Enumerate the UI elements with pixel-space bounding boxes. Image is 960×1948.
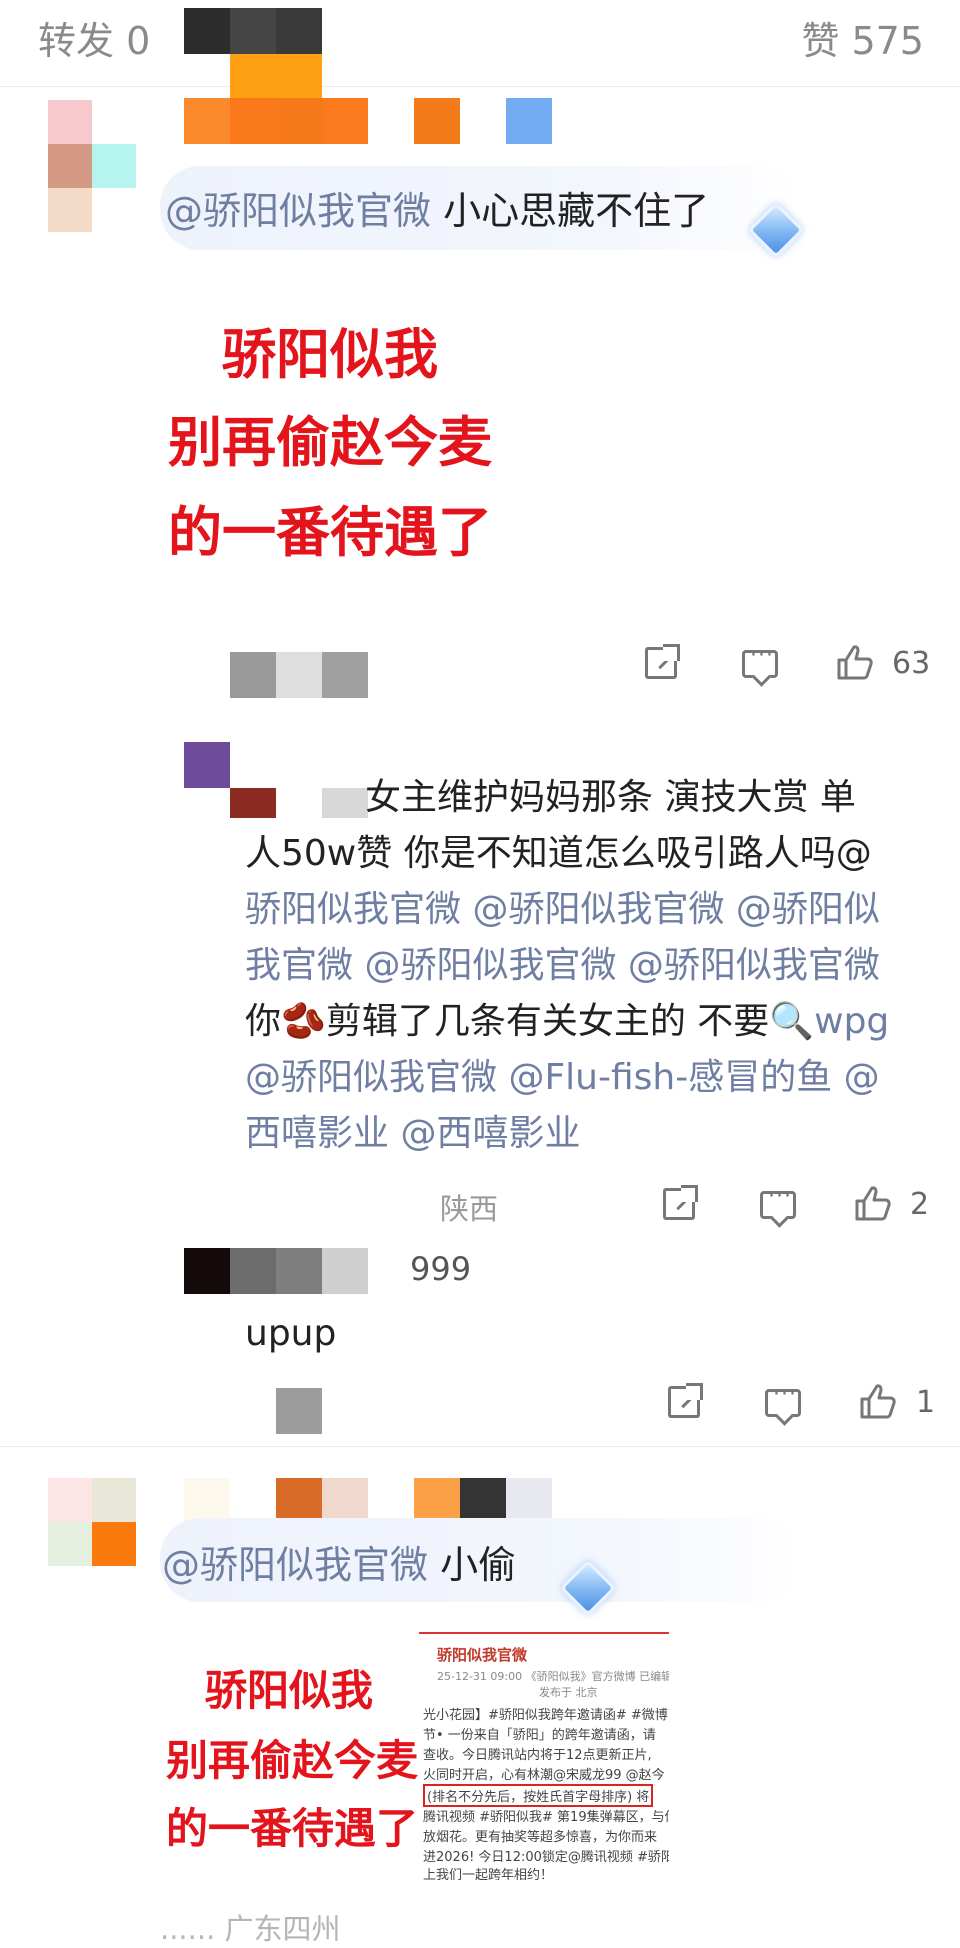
mention-link[interactable]: @骄阳似我官微 @Flu-fish-感冒的鱼 @ <box>245 1057 880 1098</box>
screenshot-location: 发布于 北京 <box>539 1686 598 1699</box>
screenshot-line: 查收。今日腾讯站内将于12点更新正片, <box>423 1748 652 1763</box>
location-label: 陕西 <box>440 1192 499 1226</box>
mention-link[interactable]: @骄阳似我官微 <box>162 1543 428 1587</box>
search-link[interactable]: 🔍wpg <box>769 1001 889 1042</box>
screenshot-line: 上我们一起跨年相约！ <box>423 1868 554 1880</box>
screenshot-highlight-line: (排名不分先后，按姓氏首字母排序) 将 <box>423 1784 654 1807</box>
reply-text: upup <box>245 1313 337 1354</box>
comment-text: @骄阳似我官微 小心思藏不住了 <box>165 180 709 235</box>
reply-line: 女主维护妈妈那条 演技大赏 单 <box>365 777 856 818</box>
comment-body: 小心思藏不住了 <box>431 189 710 233</box>
comment-icon[interactable] <box>742 643 778 678</box>
screenshot-account: 骄阳似我官微 <box>437 1646 528 1664</box>
screenshot-line: 光小花园】#骄阳似我跨年邀请函# #微博 <box>423 1708 668 1723</box>
embedded-screenshot[interactable]: 骄阳似我官微 25-12-31 09:00 《骄阳似我》官方微博 已编辑 发布于… <box>419 1632 669 1880</box>
screenshot-line: 放烟花。更有抽奖等超多惊喜，为你而来 <box>423 1830 658 1845</box>
image-text-line: 别再偷赵今麦 <box>166 1736 419 1785</box>
divider <box>0 1446 960 1447</box>
like-count: 2 <box>910 1187 930 1222</box>
mention-link[interactable]: 骄阳似我官微 @骄阳似我官微 @骄阳似 <box>245 889 880 930</box>
share-icon[interactable] <box>645 644 680 679</box>
image-text-line: 的一番待遇了 <box>166 1804 419 1853</box>
like-count: 63 <box>892 646 931 681</box>
screenshot-meta: 25-12-31 09:00 《骄阳似我》官方微博 已编辑 <box>437 1670 669 1683</box>
reply-text: 女主维护妈妈那条 演技大赏 单 人50w赞 你是不知道怎么吸引路人吗@ 骄阳似我… <box>245 770 945 1162</box>
like-icon[interactable] <box>836 644 874 680</box>
mention-link[interactable]: 我官微 @骄阳似我官微 @骄阳似我官微 <box>245 945 880 986</box>
image-text-line: 骄阳似我 <box>222 323 438 386</box>
like-total[interactable]: 赞 575 <box>801 10 924 65</box>
comment-meta: ...... 广东四州 <box>160 1912 341 1946</box>
reply-line: 人50w赞 你是不知道怎么吸引路人吗@ <box>245 833 872 874</box>
comment-icon[interactable] <box>760 1184 796 1219</box>
share-icon[interactable] <box>663 1185 698 1220</box>
image-text-line: 别再偷赵今麦 <box>168 411 492 474</box>
mention-link[interactable]: @骄阳似我官微 <box>165 189 431 233</box>
screenshot-line: 节• 一份来自「骄阳」的跨年邀请函，请 <box>423 1728 656 1743</box>
share-icon[interactable] <box>668 1383 703 1418</box>
like-icon[interactable] <box>854 1185 892 1221</box>
screenshot-line: 腾讯视频 #骄阳似我# 第19集弹幕区，与你 <box>423 1810 669 1825</box>
comment-body: 小偷 <box>428 1543 517 1587</box>
mention-link[interactable]: 西嘻影业 @西嘻影业 <box>245 1113 580 1154</box>
reply-username-suffix[interactable]: 999 <box>410 1250 471 1288</box>
image-text-line: 的一番待遇了 <box>168 501 492 564</box>
image-text-line: 骄阳似我 <box>205 1666 374 1715</box>
screenshot-line: 火同时开启，心有林潮@宋威龙99 @赵今 <box>423 1768 665 1783</box>
repost-count[interactable]: 转发 0 <box>38 10 150 65</box>
bean-emoji-icon: 🫘 <box>281 1001 326 1042</box>
comment-icon[interactable] <box>765 1382 801 1417</box>
reply-line: 你 <box>245 1001 282 1042</box>
reply-line: 剪辑了几条有关女主的 不要 <box>325 1001 770 1042</box>
like-count: 1 <box>916 1385 936 1420</box>
screenshot-line: 进2026! 今日12:00锁定@腾讯视频 #骄阳 <box>423 1850 669 1865</box>
comment-text: @骄阳似我官微 小偷 <box>162 1534 516 1589</box>
like-icon[interactable] <box>859 1383 897 1419</box>
